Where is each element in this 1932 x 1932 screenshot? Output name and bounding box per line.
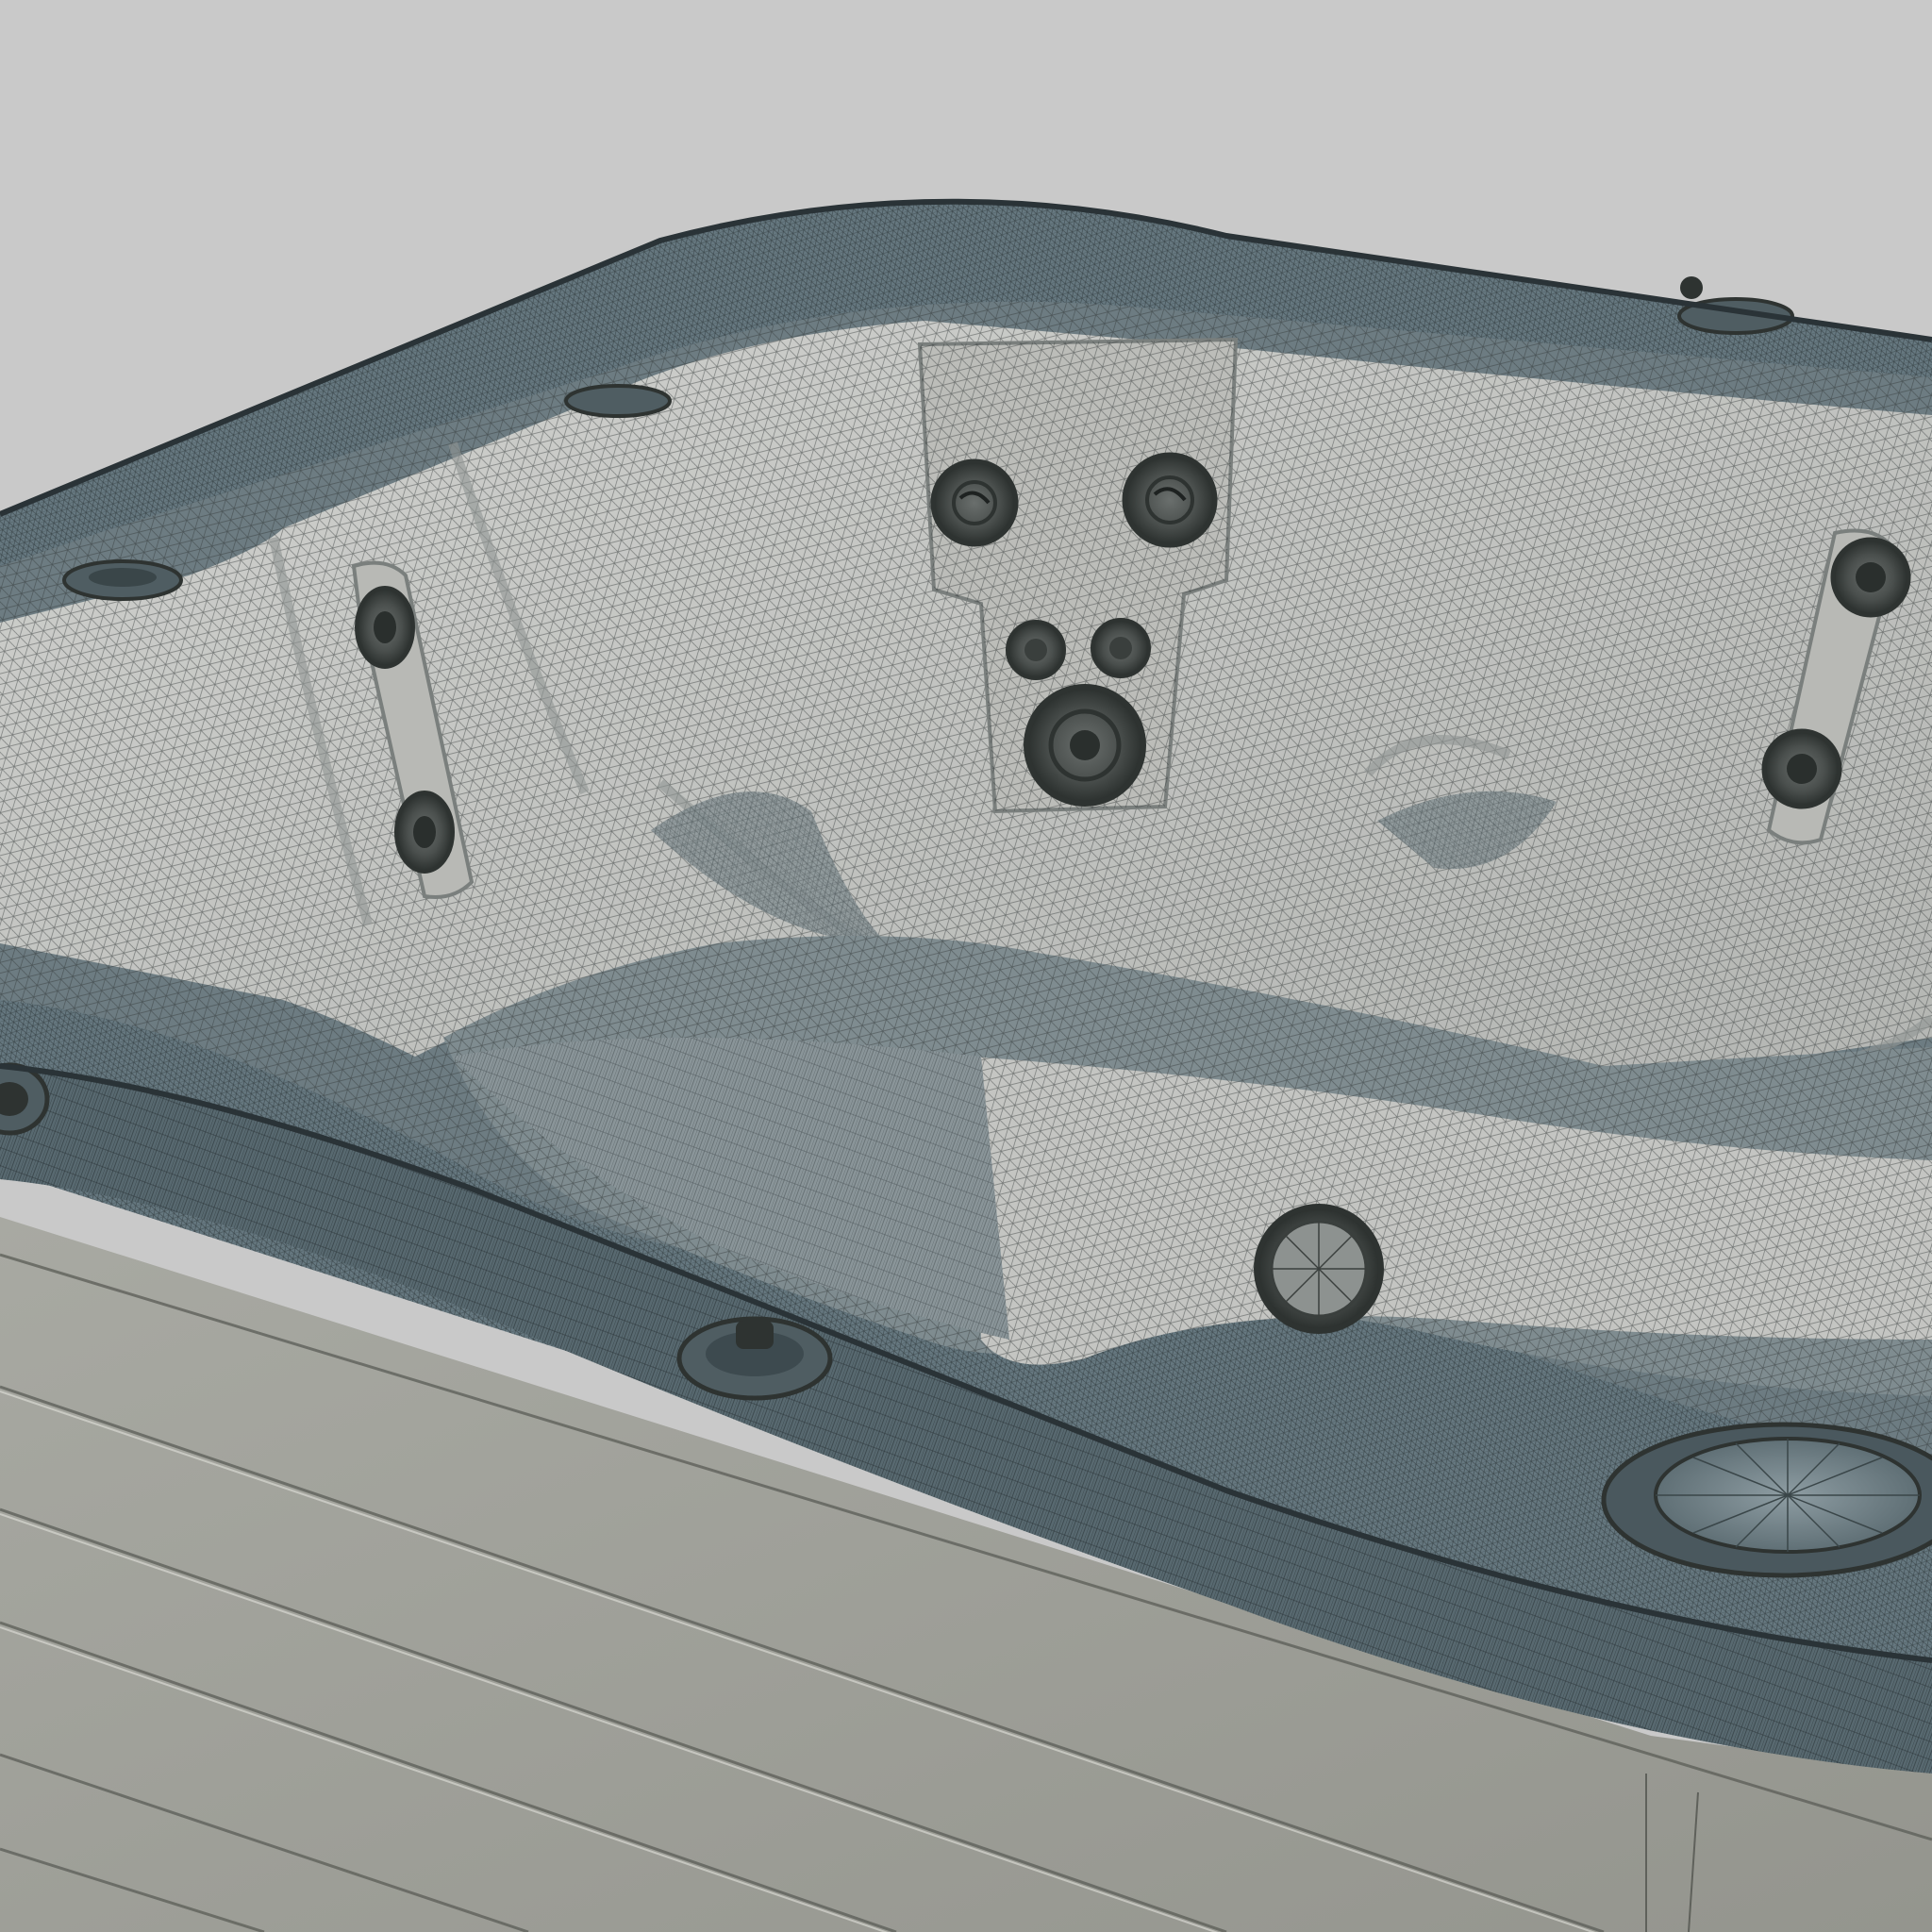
jet-icon: [1761, 728, 1842, 809]
jet-icon: [394, 791, 455, 874]
jet-icon: [930, 458, 1019, 547]
render-viewport: [0, 0, 1932, 1932]
jet-icon: [1122, 452, 1218, 548]
jet-icon: [1024, 684, 1146, 807]
hot-tub-render: [0, 0, 1932, 1932]
cup-holder-icon: [564, 384, 672, 418]
jet-icon: [1091, 618, 1151, 678]
control-valve-icon: [676, 1316, 833, 1401]
filter-lid-icon: [1601, 1422, 1932, 1578]
drain-icon: [1254, 1204, 1384, 1334]
jet-icon: [1830, 537, 1911, 618]
cup-holder-icon: [62, 559, 183, 601]
jet-icon: [1006, 620, 1066, 680]
control-valve-icon: [1680, 276, 1703, 299]
jet-icon: [355, 586, 415, 669]
